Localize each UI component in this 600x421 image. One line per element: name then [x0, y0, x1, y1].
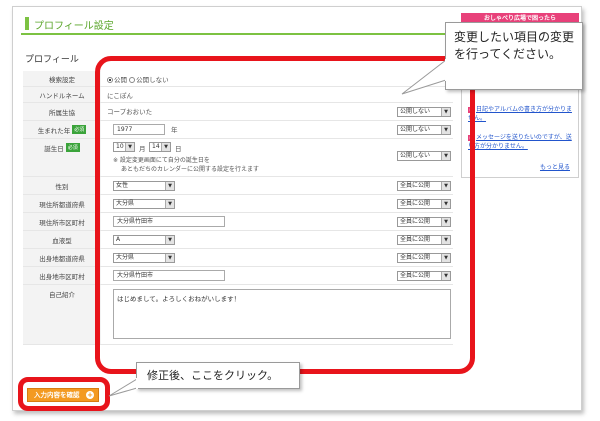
required-badge: 必須: [65, 143, 80, 152]
help-links-box: ▸ 日記やアルバムの書き方が分かりません。 ▸ メッセージを送りたいのですが、送り方…: [461, 86, 579, 178]
field-label: 検索設定: [23, 71, 101, 86]
header-accent-bar: [25, 17, 29, 30]
field-label-text: 誕生日: [44, 145, 64, 153]
field-label: 性別: [23, 177, 101, 194]
highlight-frame-button: [18, 377, 110, 411]
help-link-diary[interactable]: ▸ 日記やアルバムの書き方が分かりません。: [468, 105, 572, 123]
field-label: 出身地市区町村: [23, 267, 101, 284]
field-label: 所属生協: [23, 103, 101, 120]
help-link-text: 日記やアルバムの書き方が分かりません。: [468, 106, 572, 122]
section-title: プロフィール: [25, 55, 79, 65]
field-label: ハンドルネーム: [23, 87, 101, 102]
field-label: 自己紹介: [23, 285, 101, 344]
field-label: 生まれた年 必須: [23, 121, 101, 138]
help-link-text: メッセージを送りたいのですが、送り方が分かりません。: [468, 134, 572, 150]
more-link[interactable]: もっと見る: [540, 162, 570, 171]
highlight-frame-form: [95, 56, 475, 374]
page-header: プロフィール設定: [21, 13, 451, 35]
field-label: 出身地都道府県: [23, 249, 101, 266]
callout-click-here: 修正後、ここをクリック。: [136, 362, 300, 389]
callout-edit-fields: 変更したい項目の変更を行ってください。: [445, 22, 583, 90]
callout-pointer-bottom: [108, 378, 138, 397]
field-label: 現住所都道府県: [23, 195, 101, 212]
page-title: プロフィール設定: [34, 21, 114, 32]
field-label: 誕生日 必須: [23, 139, 101, 176]
field-label: 血液型: [23, 231, 101, 248]
required-badge: 必須: [72, 125, 87, 134]
callout-pointer-top: [401, 58, 449, 95]
help-link-message[interactable]: ▸ メッセージを送りたいのですが、送り方が分かりません。: [468, 133, 572, 151]
field-label-text: 生まれた年: [37, 126, 71, 135]
field-label: 現住所市区町村: [23, 213, 101, 230]
